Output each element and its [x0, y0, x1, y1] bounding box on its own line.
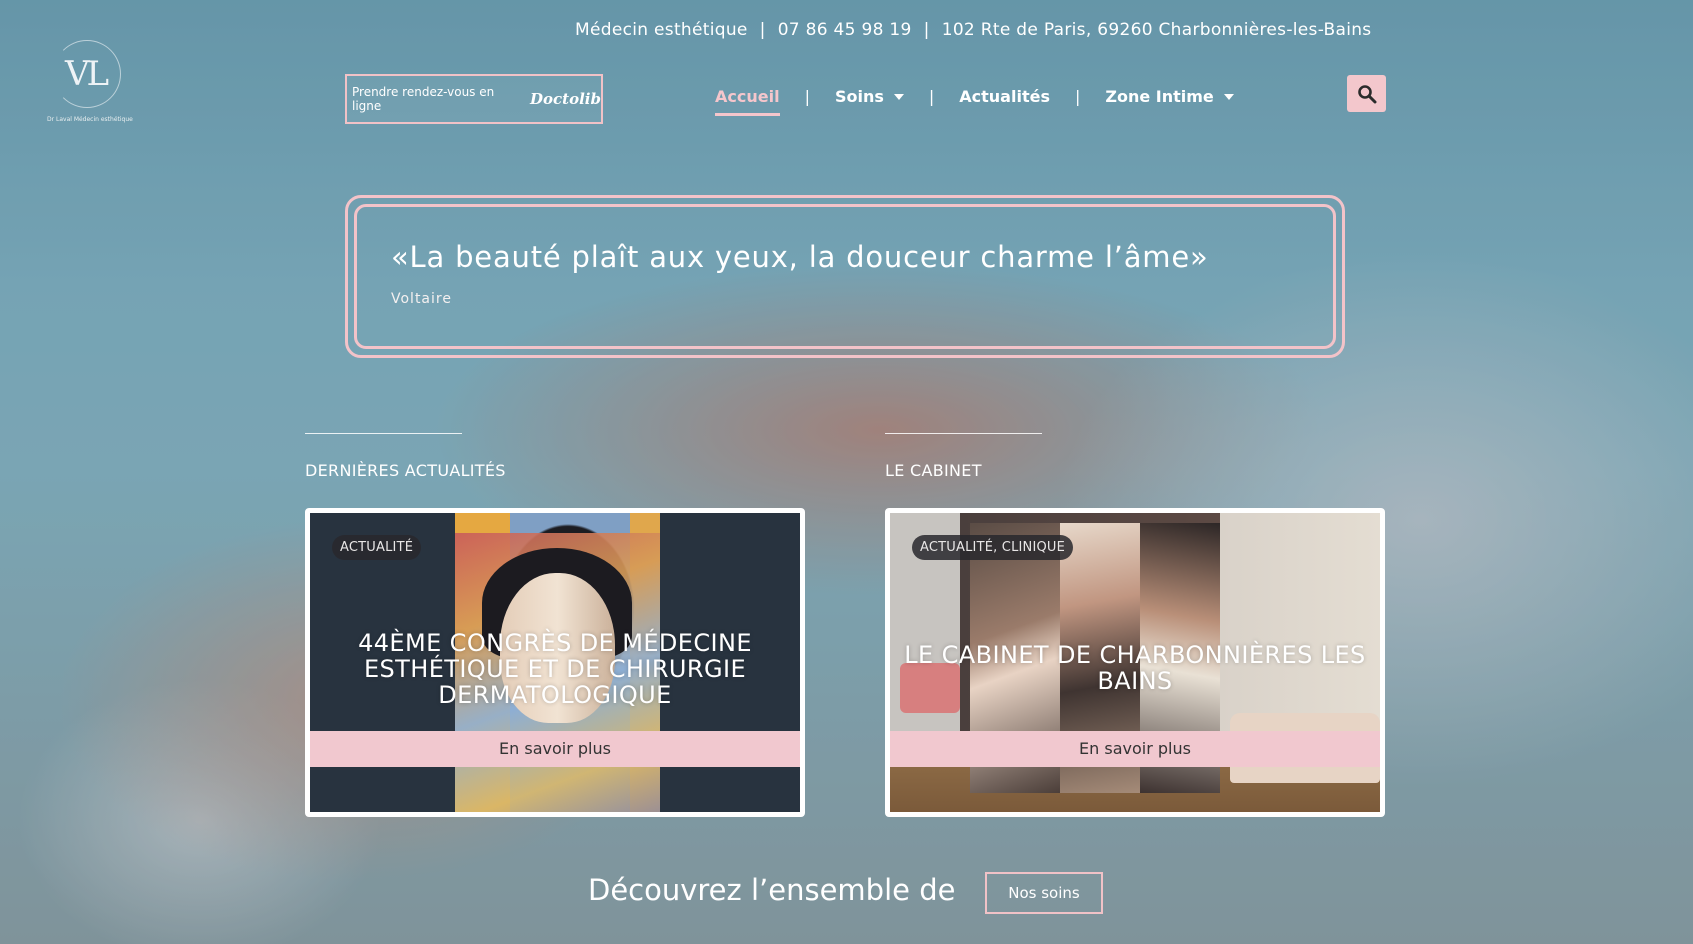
- nav-item-zone-intime[interactable]: Zone Intime: [1105, 87, 1234, 106]
- search-icon: [1357, 84, 1376, 103]
- category-badge[interactable]: ACTUALITÉ: [332, 535, 422, 560]
- nav-item-soins[interactable]: Soins: [835, 87, 904, 106]
- hero-background: [0, 0, 1693, 944]
- nav-item-label: Zone Intime: [1105, 87, 1214, 106]
- quote-box: «La beauté plaît aux yeux, la douceur ch…: [345, 195, 1345, 358]
- read-more-button[interactable]: En savoir plus: [890, 731, 1380, 767]
- read-more-button[interactable]: En savoir plus: [310, 731, 800, 767]
- quote-author: Voltaire: [391, 291, 452, 307]
- contact-bar: Médecin esthétique | 07 86 45 98 19 | 102 Rt…: [575, 20, 1371, 40]
- separator: |: [759, 20, 766, 40]
- logo-subtitle: Dr Laval Médecin esthétique: [47, 116, 133, 123]
- doctolib-logo: Doctolib: [530, 90, 601, 108]
- nav-divider: |: [804, 87, 810, 106]
- nav-item-actualites[interactable]: Actualités: [959, 87, 1050, 106]
- profession-text: Médecin esthétique: [575, 20, 748, 40]
- caret-down-icon: [893, 93, 904, 100]
- card-title[interactable]: LE CABINET DE CHARBONNIÈRES LES BAINS: [890, 642, 1380, 694]
- section-divider: [885, 433, 1042, 434]
- news-section-title: DERNIÈRES ACTUALITÉS: [305, 461, 506, 480]
- logo-monogram: VL: [65, 54, 109, 94]
- address-text: 102 Rte de Paris, 69260 Charbonnières-le…: [941, 20, 1372, 40]
- caret-down-icon: [1223, 93, 1234, 100]
- card-title[interactable]: 44ÈME CONGRÈS DE MÉDECINE ESTHÉTIQUE ET …: [310, 630, 800, 708]
- category-badge[interactable]: ACTUALITÉ, CLINIQUE: [912, 535, 1074, 560]
- cabinet-section-title: LE CABINET: [885, 461, 982, 480]
- phone-link[interactable]: 07 86 45 98 19: [778, 20, 912, 40]
- section-divider: [305, 433, 462, 434]
- nos-soins-button[interactable]: Nos soins: [985, 872, 1103, 914]
- nav-item-accueil[interactable]: Accueil: [715, 87, 780, 116]
- cabinet-card[interactable]: ACTUALITÉ, CLINIQUE LE CABINET DE CHARBO…: [885, 508, 1385, 817]
- news-card[interactable]: ACTUALITÉ 44ÈME CONGRÈS DE MÉDECINE ESTH…: [305, 508, 805, 817]
- separator: |: [923, 20, 930, 40]
- site-logo[interactable]: VL Dr Laval Médecin esthétique: [45, 38, 135, 128]
- main-nav: Accueil | Soins | Actualités | Zone Inti…: [715, 87, 1234, 116]
- nav-divider: |: [1074, 87, 1081, 106]
- booking-label: Prendre rendez-vous en ligne: [352, 85, 495, 113]
- search-button[interactable]: [1347, 75, 1386, 112]
- doctolib-booking-button[interactable]: Prendre rendez-vous en ligne Doctolib: [345, 74, 603, 124]
- nav-item-label: Soins: [834, 87, 884, 106]
- nav-divider: |: [928, 87, 935, 106]
- discover-text: Découvrez l’ensemble de: [588, 873, 956, 907]
- quote-text: «La beauté plaît aux yeux, la douceur ch…: [391, 240, 1209, 274]
